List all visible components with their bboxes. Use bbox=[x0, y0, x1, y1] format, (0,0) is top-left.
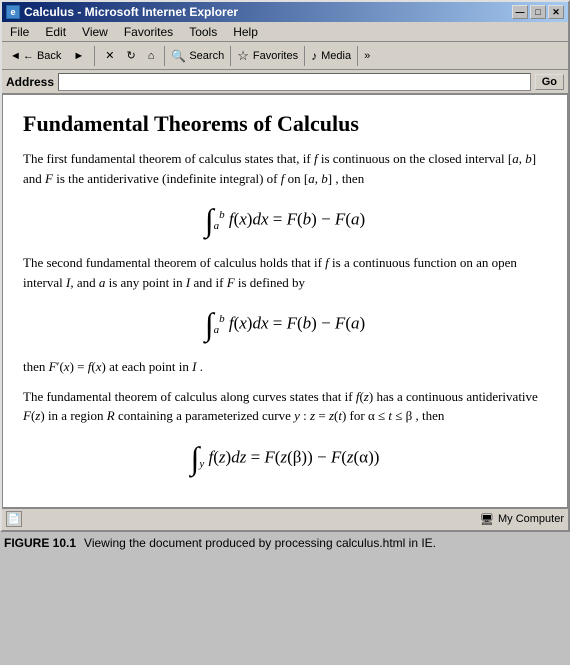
back-label: ← Back bbox=[23, 50, 62, 62]
caption-text: Viewing the document produced by process… bbox=[84, 536, 436, 550]
address-label: Address bbox=[6, 75, 54, 89]
paragraph-1: The first fundamental theorem of calculu… bbox=[23, 149, 547, 188]
back-button[interactable]: ◄ ← Back bbox=[6, 45, 65, 67]
menu-bar: File Edit View Favorites Tools Help bbox=[2, 22, 568, 42]
computer-icon: 🖥 bbox=[480, 513, 494, 526]
toolbar-separator-3 bbox=[230, 46, 231, 66]
back-arrow-icon: ◄ bbox=[10, 50, 21, 62]
stop-icon: ✕ bbox=[105, 49, 114, 62]
paragraph-2: The second fundamental theorem of calcul… bbox=[23, 253, 547, 292]
search-label[interactable]: Search bbox=[189, 50, 224, 62]
browser-icon: e bbox=[6, 5, 20, 19]
media-label[interactable]: Media bbox=[321, 50, 351, 62]
formula-2: ∫ab f(x)dx = F(b) − F(a) bbox=[23, 306, 547, 343]
paragraph-3: then F′(x) = f(x) at each point in I . bbox=[23, 357, 547, 377]
formula-1: ∫ab f(x)dx = F(b) − F(a) bbox=[23, 202, 547, 239]
status-bar: 📄 🖥 My Computer bbox=[2, 508, 568, 530]
toolbar-separator-4 bbox=[304, 46, 305, 66]
stop-button[interactable]: ✕ bbox=[101, 45, 118, 67]
figure-label: FIGURE 10.1 bbox=[4, 536, 76, 550]
page-title: Fundamental Theorems of Calculus bbox=[23, 111, 547, 137]
close-button[interactable]: ✕ bbox=[548, 5, 564, 19]
toolbar-separator-2 bbox=[164, 46, 165, 66]
home-icon: ⌂ bbox=[148, 50, 155, 62]
address-bar: Address Go bbox=[2, 70, 568, 94]
minimize-button[interactable]: — bbox=[512, 5, 528, 19]
toolbar-separator-1 bbox=[94, 46, 95, 66]
menu-tools[interactable]: Tools bbox=[185, 24, 221, 40]
refresh-icon: ↻ bbox=[127, 49, 136, 62]
status-left: 📄 bbox=[6, 511, 22, 527]
content-area: Fundamental Theorems of Calculus The fir… bbox=[2, 94, 568, 508]
refresh-button[interactable]: ↻ bbox=[123, 45, 140, 67]
favorites-label[interactable]: Favorites bbox=[253, 50, 298, 62]
paragraph-4: The fundamental theorem of calculus alon… bbox=[23, 387, 547, 426]
more-icon: » bbox=[364, 50, 370, 62]
status-right: 🖥 My Computer bbox=[480, 513, 564, 526]
browser-window: e Calculus - Microsoft Internet Explorer… bbox=[0, 0, 570, 532]
address-input[interactable] bbox=[58, 73, 531, 91]
computer-label: My Computer bbox=[498, 513, 564, 525]
caption-area: FIGURE 10.1 Viewing the document produce… bbox=[0, 532, 570, 552]
formula-3: ∫y f(z)dz = F(z(β)) − F(z(α)) bbox=[23, 440, 547, 477]
menu-file[interactable]: File bbox=[6, 24, 33, 40]
toolbar: ◄ ← Back ► ✕ ↻ ⌂ 🔍 Search ☆ Favorites ♪ … bbox=[2, 42, 568, 70]
title-bar: e Calculus - Microsoft Internet Explorer… bbox=[2, 2, 568, 22]
go-button[interactable]: Go bbox=[535, 74, 564, 90]
status-indicator: 📄 bbox=[6, 511, 22, 527]
search-magnifier-icon: 🔍 bbox=[171, 49, 186, 63]
menu-edit[interactable]: Edit bbox=[41, 24, 70, 40]
toolbar-separator-5 bbox=[357, 46, 358, 66]
forward-button[interactable]: ► bbox=[69, 45, 88, 67]
search-box: 🔍 Search bbox=[171, 49, 224, 63]
title-bar-left: e Calculus - Microsoft Internet Explorer bbox=[6, 5, 238, 19]
media-icon: ♪ bbox=[311, 49, 317, 63]
home-button[interactable]: ⌂ bbox=[144, 45, 159, 67]
menu-view[interactable]: View bbox=[78, 24, 112, 40]
window-title: Calculus - Microsoft Internet Explorer bbox=[24, 5, 238, 19]
forward-arrow-icon: ► bbox=[73, 50, 84, 62]
title-bar-buttons: — □ ✕ bbox=[512, 5, 564, 19]
maximize-button[interactable]: □ bbox=[530, 5, 546, 19]
star-icon: ☆ bbox=[237, 48, 249, 64]
menu-favorites[interactable]: Favorites bbox=[120, 24, 177, 40]
menu-help[interactable]: Help bbox=[229, 24, 262, 40]
page-icon: 📄 bbox=[8, 514, 20, 525]
